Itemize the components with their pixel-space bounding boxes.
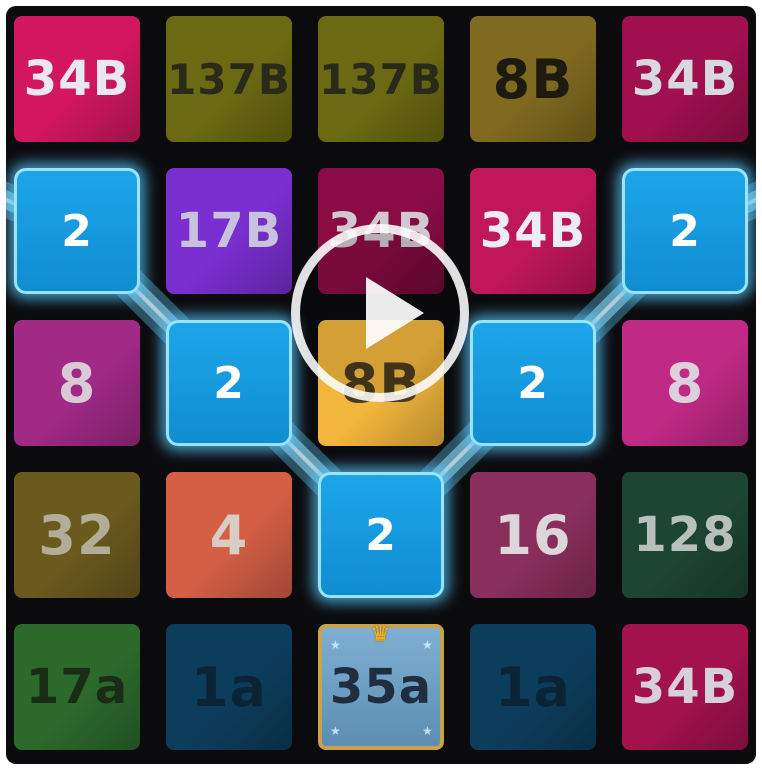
tile-label: 2 (213, 357, 245, 409)
tile-r0-c1[interactable]: 137B (166, 16, 292, 142)
tile-label: 1a (190, 655, 267, 719)
tile-label: 128 (633, 507, 737, 563)
tile-label: 16 (494, 503, 572, 567)
tile-r2-c4[interactable]: 8 (622, 320, 748, 446)
tile-label: 17B (175, 203, 283, 259)
tile-r3-c0[interactable]: 32 (14, 472, 140, 598)
tile-r0-c0[interactable]: 34B (14, 16, 140, 142)
tile-r4-c1[interactable]: 1a (166, 624, 292, 750)
tile-label: 34B (23, 51, 131, 107)
star-icon: ★ (330, 638, 342, 652)
tile-label: 1a (494, 655, 571, 719)
tile-label: 137B (319, 54, 443, 104)
tile-r1-c1[interactable]: 17B (166, 168, 292, 294)
tile-label: 2 (365, 509, 397, 561)
tile-r0-c4[interactable]: 34B (622, 16, 748, 142)
tile-label: 8B (492, 47, 574, 111)
tile-r4-c4[interactable]: 34B (622, 624, 748, 750)
play-button[interactable] (291, 224, 469, 402)
tile-label: 2 (517, 357, 549, 409)
tile-r1-c4[interactable]: 2 (622, 168, 748, 294)
tile-label: 34B (479, 203, 587, 259)
star-icon: ★ (330, 724, 342, 738)
tile-label: 4 (209, 503, 249, 567)
tile-r3-c4[interactable]: 128 (622, 472, 748, 598)
tile-label: 8 (57, 351, 97, 415)
tile-label: 2 (61, 205, 93, 257)
tile-label: 34B (631, 51, 739, 107)
tile-r1-c0[interactable]: 2 (14, 168, 140, 294)
tile-r2-c1[interactable]: 2 (166, 320, 292, 446)
tile-r4-c3[interactable]: 1a (470, 624, 596, 750)
tile-r1-c3[interactable]: 34B (470, 168, 596, 294)
tile-r0-c2[interactable]: 137B (318, 16, 444, 142)
tile-r2-c0[interactable]: 8 (14, 320, 140, 446)
tile-label: 32 (38, 503, 116, 567)
star-icon: ★ (422, 638, 434, 652)
crown-icon: ♛ (370, 622, 392, 647)
tile-label: 17a (25, 659, 129, 715)
tile-label: 137B (167, 54, 291, 104)
tile-r3-c1[interactable]: 4 (166, 472, 292, 598)
tile-r4-c0[interactable]: 17a (14, 624, 140, 750)
tile-r2-c3[interactable]: 2 (470, 320, 596, 446)
tile-label: 34B (631, 659, 739, 715)
tile-r4-c2[interactable]: 35a ♛ ★ ★ ★ ★ (318, 624, 444, 750)
tile-r0-c3[interactable]: 8B (470, 16, 596, 142)
tile-label: 35a (329, 659, 433, 715)
tile-label: 2 (669, 205, 701, 257)
star-icon: ★ (422, 724, 434, 738)
tile-r3-c2[interactable]: 2 (318, 472, 444, 598)
tile-label: 8 (665, 351, 705, 415)
tile-r3-c3[interactable]: 16 (470, 472, 596, 598)
play-icon (366, 277, 424, 349)
